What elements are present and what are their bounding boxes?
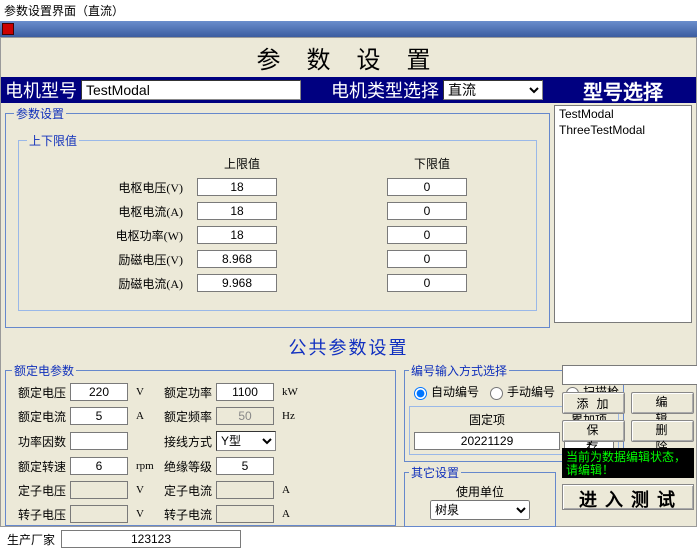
limit-row-label: 电枢功率(W) bbox=[97, 227, 187, 244]
edit-button[interactable]: 编 辑 bbox=[631, 392, 694, 414]
model-choose-label: 型号选择 bbox=[583, 76, 663, 105]
upper-limit-header: 上限值 bbox=[197, 155, 287, 172]
outer-window-title: 参数设置界面（直流） bbox=[0, 0, 697, 21]
rated-unit: V bbox=[134, 386, 154, 398]
rated-label: 功率因数 bbox=[12, 433, 66, 450]
limit-row-label: 电枢电压(V) bbox=[97, 179, 187, 196]
app-icon bbox=[2, 23, 14, 35]
rated-input bbox=[70, 505, 128, 523]
rated-label: 额定功率 bbox=[158, 384, 212, 401]
upper-limit-input[interactable] bbox=[197, 250, 277, 268]
save-button[interactable]: 保 存 bbox=[562, 420, 625, 442]
app-body: 参 数 设 置 电机型号 电机类型选择 直流 型号选择 参数设置 上下限值 上限… bbox=[0, 37, 697, 527]
other-settings-group: 其它设置 使用单位 树泉 bbox=[404, 464, 556, 527]
rated-input[interactable] bbox=[70, 432, 128, 450]
rated-label: 绝缘等级 bbox=[158, 458, 212, 475]
rated-params-group: 额定电参数 额定电压 V 额定功率 kW 额定电流 A 额定频率 Hz 功率因数 接线方式Y型额定… bbox=[5, 362, 396, 526]
model-list[interactable]: TestModalThreeTestModal bbox=[554, 105, 692, 323]
fixed-header: 固定项 bbox=[414, 411, 560, 428]
rated-input bbox=[216, 481, 274, 499]
titlebar bbox=[0, 21, 697, 37]
numbering-radio-label: 自动编号 bbox=[431, 383, 479, 400]
motor-type-label: 电机类型选择 bbox=[331, 77, 439, 103]
rated-label: 转子电压 bbox=[12, 506, 66, 523]
numbering-legend: 编号输入方式选择 bbox=[409, 362, 509, 379]
limit-row-label: 励磁电压(V) bbox=[97, 251, 187, 268]
maker-input[interactable] bbox=[61, 530, 241, 548]
rated-input bbox=[216, 407, 274, 425]
add-button[interactable]: 添加 bbox=[562, 392, 625, 414]
rated-label: 额定电压 bbox=[12, 384, 66, 401]
upper-limit-input[interactable] bbox=[197, 202, 277, 220]
fixed-input[interactable] bbox=[414, 432, 560, 450]
numbering-radio-option[interactable]: 自动编号 bbox=[409, 383, 479, 400]
status-message: 当前为数据编辑状态，请编辑！ bbox=[562, 448, 694, 478]
rated-label: 额定电流 bbox=[12, 408, 66, 425]
numbering-radio[interactable] bbox=[490, 387, 503, 400]
maker-label: 生产厂家 bbox=[3, 531, 55, 548]
model-list-item[interactable]: ThreeTestModal bbox=[555, 122, 691, 138]
page-title: 参 数 设 置 bbox=[1, 38, 696, 77]
rated-unit: kW bbox=[280, 386, 300, 398]
delete-button[interactable]: 删 除 bbox=[631, 420, 694, 442]
limit-row-label: 电枢电流(A) bbox=[97, 203, 187, 220]
limits-legend: 上下限值 bbox=[27, 132, 79, 149]
rated-unit: V bbox=[134, 508, 154, 520]
model-list-item[interactable]: TestModal bbox=[555, 106, 691, 122]
lower-limit-input[interactable] bbox=[387, 178, 467, 196]
lower-limit-input[interactable] bbox=[387, 202, 467, 220]
rated-input[interactable] bbox=[70, 383, 128, 401]
rated-input bbox=[70, 481, 128, 499]
rated-label: 定子电压 bbox=[12, 482, 66, 499]
rated-label: 转子电流 bbox=[158, 506, 212, 523]
rated-unit: rpm bbox=[134, 460, 154, 472]
rated-unit: A bbox=[280, 484, 300, 496]
upper-limit-input[interactable] bbox=[197, 274, 277, 292]
rated-input[interactable] bbox=[70, 407, 128, 425]
rated-input bbox=[216, 505, 274, 523]
rated-input[interactable] bbox=[216, 457, 274, 475]
unit-label: 使用单位 bbox=[456, 483, 504, 500]
enter-test-button[interactable]: 进入测试 bbox=[562, 484, 694, 510]
param-settings-legend: 参数设置 bbox=[14, 105, 66, 122]
other-settings-legend: 其它设置 bbox=[409, 464, 461, 481]
lower-limit-input[interactable] bbox=[387, 226, 467, 244]
rated-input[interactable] bbox=[216, 383, 274, 401]
motor-type-select[interactable]: 直流 bbox=[443, 80, 543, 100]
top-banner: 电机型号 电机类型选择 直流 型号选择 bbox=[1, 77, 696, 103]
rated-unit: V bbox=[134, 484, 154, 496]
rated-unit: A bbox=[280, 508, 300, 520]
rated-label: 额定频率 bbox=[158, 408, 212, 425]
motor-model-input[interactable] bbox=[81, 80, 301, 100]
rated-label: 额定转速 bbox=[12, 458, 66, 475]
limits-group: 上下限值 上限值 下限值电枢电压(V) 电枢电流(A) 电枢功率(W) 励磁电压(V) 励… bbox=[18, 132, 537, 311]
upper-limit-input[interactable] bbox=[197, 226, 277, 244]
rated-unit: A bbox=[134, 410, 154, 422]
rated-label: 接线方式 bbox=[158, 433, 212, 450]
numbering-radio[interactable] bbox=[414, 387, 427, 400]
upper-limit-input[interactable] bbox=[197, 178, 277, 196]
numbering-radio-option[interactable]: 手动编号 bbox=[485, 383, 555, 400]
lower-limit-input[interactable] bbox=[387, 274, 467, 292]
unit-select[interactable]: 树泉 bbox=[430, 500, 530, 520]
wiring-select[interactable]: Y型 bbox=[216, 431, 276, 451]
rated-label: 定子电流 bbox=[158, 482, 212, 499]
public-params-title: 公共参数设置 bbox=[1, 330, 696, 360]
lower-limit-input[interactable] bbox=[387, 250, 467, 268]
rated-params-legend: 额定电参数 bbox=[12, 362, 76, 379]
rated-unit: Hz bbox=[280, 410, 300, 422]
limit-row-label: 励磁电流(A) bbox=[97, 275, 187, 292]
lower-limit-header: 下限值 bbox=[387, 155, 477, 172]
search-input[interactable] bbox=[562, 365, 697, 385]
numbering-radio-label: 手动编号 bbox=[507, 383, 555, 400]
rated-input[interactable] bbox=[70, 457, 128, 475]
param-settings-group: 参数设置 上下限值 上限值 下限值电枢电压(V) 电枢电流(A) 电枢功率(W) 励磁电… bbox=[5, 105, 550, 328]
motor-model-label: 电机型号 bbox=[5, 77, 77, 103]
